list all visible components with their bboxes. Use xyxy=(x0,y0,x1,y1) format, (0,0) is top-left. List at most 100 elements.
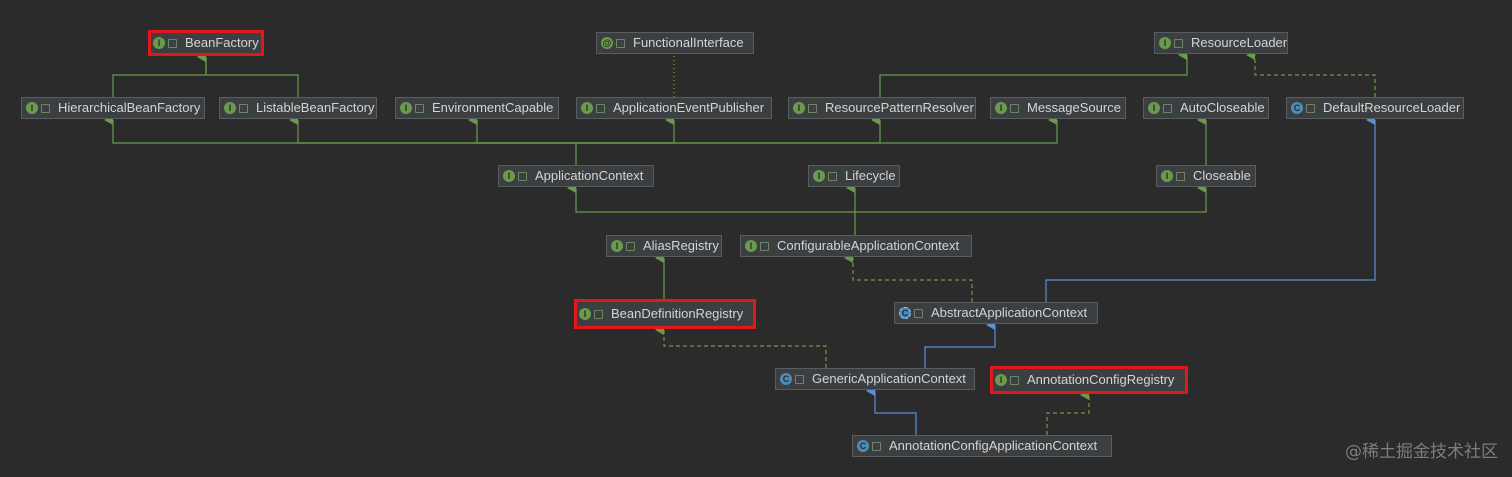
node-application-context[interactable]: I ApplicationContext xyxy=(498,165,654,187)
node-annotation-config-application-context[interactable]: C AnnotationConfigApplicationContext xyxy=(852,435,1112,457)
node-label: Lifecycle xyxy=(845,168,896,183)
interface-icon: I xyxy=(1148,102,1160,114)
interface-icon: I xyxy=(995,374,1007,386)
node-default-resource-loader[interactable]: C DefaultResourceLoader xyxy=(1286,97,1464,119)
public-lock-icon xyxy=(41,103,50,113)
node-label: HierarchicalBeanFactory xyxy=(58,100,201,115)
edge-generic-application-context-to-abstract-application-context xyxy=(924,320,996,368)
edge-configurable-application-context-to-application-context xyxy=(567,183,856,235)
public-lock-icon xyxy=(808,103,817,113)
interface-icon: I xyxy=(793,102,805,114)
node-label: Closeable xyxy=(1193,168,1251,183)
node-auto-closeable[interactable]: I AutoCloseable xyxy=(1143,97,1269,119)
interface-icon: I xyxy=(579,308,591,320)
interface-icon: I xyxy=(611,240,623,252)
interface-icon: I xyxy=(581,102,593,114)
interface-icon: I xyxy=(153,37,165,49)
interface-icon: I xyxy=(400,102,412,114)
class-icon: C xyxy=(857,440,869,452)
node-abstract-application-context[interactable]: C AbstractApplicationContext xyxy=(894,302,1098,324)
interface-icon: I xyxy=(745,240,757,252)
public-lock-icon xyxy=(1306,103,1315,113)
edge-application-context-to-listable-bean-factory xyxy=(289,115,576,144)
edge-application-context-to-environment-capable xyxy=(468,115,576,144)
node-functional-interface[interactable]: @ FunctionalInterface xyxy=(596,32,754,54)
edge-abstract-application-context-to-configurable-application-context xyxy=(844,253,973,302)
node-label: FunctionalInterface xyxy=(633,35,744,50)
node-alias-registry[interactable]: I AliasRegistry xyxy=(606,235,722,257)
node-label: AutoCloseable xyxy=(1180,100,1265,115)
node-resource-pattern-resolver[interactable]: I ResourcePatternResolver xyxy=(788,97,976,119)
public-lock-icon xyxy=(872,441,881,451)
abstract-class-icon: C xyxy=(899,307,911,319)
node-resource-loader[interactable]: I ResourceLoader xyxy=(1154,32,1288,54)
public-lock-icon xyxy=(1010,103,1019,113)
node-label: AnnotationConfigRegistry xyxy=(1027,372,1175,387)
node-label: DefaultResourceLoader xyxy=(1323,100,1461,115)
public-lock-icon xyxy=(626,241,635,251)
interface-icon: I xyxy=(813,170,825,182)
node-generic-application-context[interactable]: C GenericApplicationContext xyxy=(775,368,975,390)
watermark: @稀土掘金技术社区 xyxy=(1345,442,1498,462)
interface-icon: I xyxy=(224,102,236,114)
interface-icon: I xyxy=(503,170,515,182)
node-configurable-application-context[interactable]: I ConfigurableApplicationContext xyxy=(740,235,972,257)
edge-annotation-config-application-context-to-generic-application-context xyxy=(866,386,917,435)
edge-configurable-application-context-to-closeable xyxy=(855,183,1207,213)
node-label: ResourceLoader xyxy=(1191,35,1288,50)
class-icon: C xyxy=(1291,102,1303,114)
node-label: BeanFactory xyxy=(185,35,259,50)
node-label: GenericApplicationContext xyxy=(812,371,966,386)
public-lock-icon xyxy=(168,38,177,48)
public-lock-icon xyxy=(616,38,625,48)
node-label: MessageSource xyxy=(1027,100,1121,115)
public-lock-icon xyxy=(239,103,248,113)
node-hierarchical-bean-factory[interactable]: I HierarchicalBeanFactory xyxy=(21,97,205,119)
edge-application-context-to-application-event-publisher xyxy=(576,115,675,144)
public-lock-icon xyxy=(914,308,923,318)
node-annotation-config-registry[interactable]: I AnnotationConfigRegistry xyxy=(990,366,1188,394)
node-label: ListableBeanFactory xyxy=(256,100,375,115)
edge-generic-application-context-to-bean-definition-registry xyxy=(655,325,827,368)
node-label: ApplicationEventPublisher xyxy=(613,100,765,115)
node-message-source[interactable]: I MessageSource xyxy=(990,97,1126,119)
edge-abstract-application-context-to-default-resource-loader xyxy=(1045,115,1376,302)
edge-resource-pattern-resolver-to-resource-loader xyxy=(879,50,1188,97)
node-label: BeanDefinitionRegistry xyxy=(611,306,744,321)
interface-icon: I xyxy=(1159,37,1171,49)
node-listable-bean-factory[interactable]: I ListableBeanFactory xyxy=(219,97,377,119)
public-lock-icon xyxy=(415,103,424,113)
class-icon: C xyxy=(780,373,792,385)
node-bean-factory[interactable]: I BeanFactory xyxy=(148,30,264,56)
node-label: AliasRegistry xyxy=(643,238,719,253)
public-lock-icon xyxy=(760,241,769,251)
public-lock-icon xyxy=(795,374,804,384)
public-lock-icon xyxy=(596,103,605,113)
interface-icon: I xyxy=(26,102,38,114)
node-label: ConfigurableApplicationContext xyxy=(777,238,960,253)
node-label: AnnotationConfigApplicationContext xyxy=(889,438,1098,453)
node-closeable[interactable]: I Closeable xyxy=(1156,165,1256,187)
public-lock-icon xyxy=(1163,103,1172,113)
public-lock-icon xyxy=(594,309,603,319)
node-lifecycle[interactable]: I Lifecycle xyxy=(808,165,900,187)
node-label: ApplicationContext xyxy=(535,168,644,183)
public-lock-icon xyxy=(828,171,837,181)
edge-listable-bean-factory-to-bean-factory xyxy=(197,52,299,97)
node-label: AbstractApplicationContext xyxy=(931,305,1088,320)
edge-default-resource-loader-to-resource-loader xyxy=(1246,50,1376,97)
node-application-event-publisher[interactable]: I ApplicationEventPublisher xyxy=(576,97,772,119)
edge-application-context-to-resource-pattern-resolver xyxy=(576,115,881,144)
public-lock-icon xyxy=(518,171,527,181)
public-lock-icon xyxy=(1010,375,1019,385)
interface-icon: I xyxy=(1161,170,1173,182)
node-label: EnvironmentCapable xyxy=(432,100,554,115)
node-label: ResourcePatternResolver xyxy=(825,100,974,115)
edge-annotation-config-application-context-to-annotation-config-registry xyxy=(1046,390,1090,435)
annotation-icon: @ xyxy=(601,37,613,49)
public-lock-icon xyxy=(1174,38,1183,48)
node-bean-definition-registry[interactable]: I BeanDefinitionRegistry xyxy=(574,299,756,329)
public-lock-icon xyxy=(1176,171,1185,181)
node-environment-capable[interactable]: I EnvironmentCapable xyxy=(395,97,559,119)
edge-application-context-to-message-source xyxy=(576,115,1058,144)
